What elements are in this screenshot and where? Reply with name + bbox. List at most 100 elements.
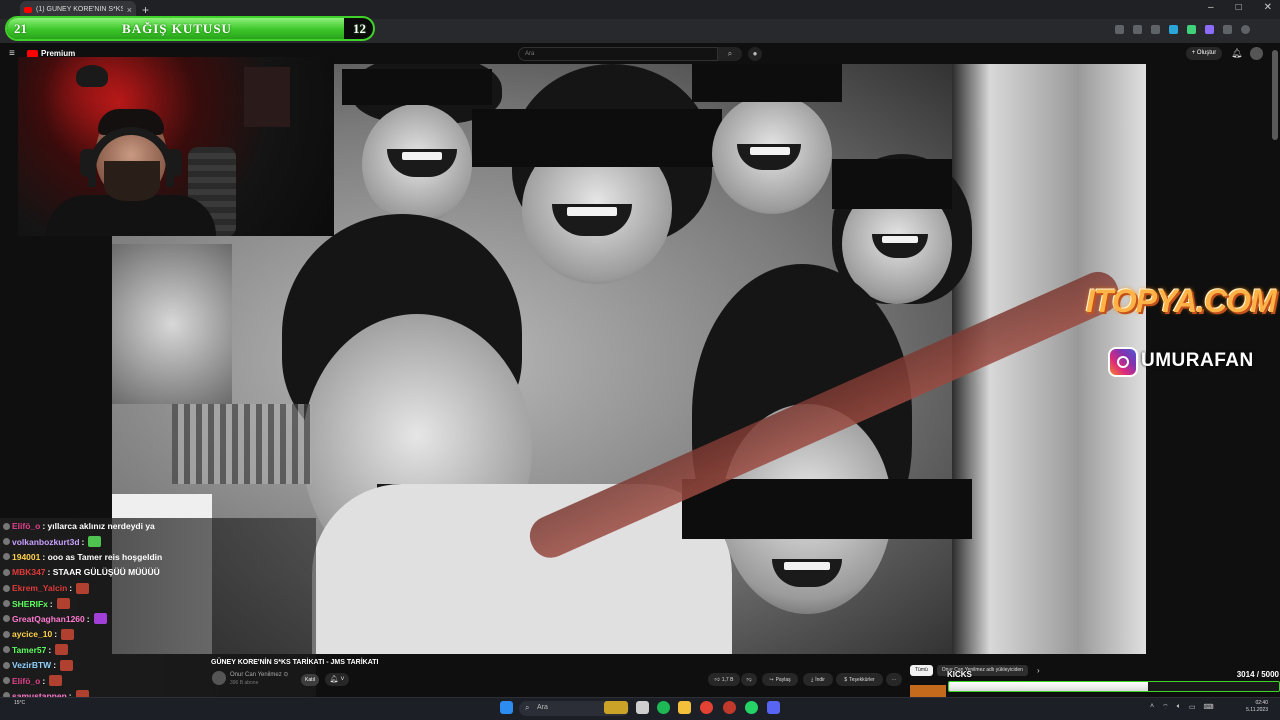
chat-message: VezirBTW:: [3, 659, 74, 671]
windows-start-icon[interactable]: [500, 701, 513, 714]
chat-text: :: [49, 598, 53, 609]
chat-message: volkanbozkurt3d:: [3, 536, 102, 548]
channel-name[interactable]: Onur Can Yenilmez ⊙: [230, 671, 288, 678]
more-actions-button[interactable]: ···: [886, 673, 902, 686]
clock-time: 02:40: [1255, 700, 1268, 706]
chat-message: Ekrem_Yalcin:: [3, 582, 90, 594]
task-view-icon[interactable]: [636, 701, 649, 714]
thanks-button[interactable]: $ Teşekkürler: [836, 673, 883, 686]
channel-subscribers: 396 B abone: [230, 680, 259, 686]
battery-icon[interactable]: ▭: [1189, 703, 1196, 712]
download-label: İndir: [815, 676, 825, 683]
microphone-icon: ●: [752, 49, 758, 58]
chat-username[interactable]: Elifö_o: [12, 676, 40, 686]
new-tab-button[interactable]: +: [142, 3, 149, 17]
weather-widget[interactable]: 15°C: [14, 700, 25, 706]
chat-username[interactable]: Tamer57: [12, 645, 46, 655]
thanks-label: Teşekkürler: [849, 676, 875, 683]
search-input[interactable]: Ara: [518, 47, 718, 61]
chat-username[interactable]: aycice_10: [12, 629, 52, 639]
chat-emote-icon: [76, 582, 90, 594]
file-explorer-icon[interactable]: [678, 701, 691, 714]
chat-badge-icon: [3, 568, 10, 576]
spotify-icon[interactable]: [657, 701, 670, 714]
chat-badge-icon: [3, 646, 10, 654]
wall-flag: [244, 67, 290, 127]
chat-username[interactable]: GreatQaghan1260: [12, 614, 85, 624]
cast-icon[interactable]: [1115, 25, 1124, 34]
youtube-favicon-icon: [24, 6, 32, 13]
network-icon[interactable]: ⌔: [1162, 703, 1169, 712]
hamburger-menu-icon[interactable]: ≡: [9, 48, 15, 59]
chevron-up-icon[interactable]: ˄: [1150, 703, 1154, 712]
chat-text: :: [53, 660, 57, 671]
profile-avatar[interactable]: [1241, 25, 1250, 34]
browser-toolbar-icons: [1115, 25, 1250, 34]
lamp: [76, 65, 108, 87]
kicks-count: 3014 / 5000: [1236, 670, 1279, 679]
share-button[interactable]: ↪ Paylaş: [762, 673, 798, 686]
subscribe-bell-button[interactable]: 🔔︎ ˅: [325, 673, 349, 686]
thanks-icon: $: [844, 676, 848, 683]
volume-icon[interactable]: 🔈︎: [1177, 703, 1181, 712]
system-tray: ˄ ⌔ 🔈︎ ▭ ⌨: [1150, 703, 1214, 712]
chat-username[interactable]: Ekrem_Yalcin: [12, 583, 67, 593]
chat-emote-icon: [61, 628, 75, 640]
join-button[interactable]: Katıl: [301, 674, 319, 686]
kicks-progress-fill: [949, 682, 1148, 691]
donation-box-bar: 21 BAĞIŞ KUTUSU 12: [5, 16, 375, 41]
chat-badge-icon: [3, 615, 10, 623]
dislike-button[interactable]: 👎︎: [741, 673, 757, 686]
tab-close-icon[interactable]: ×: [127, 5, 132, 15]
chat-emote-icon: [93, 613, 107, 625]
minimize-button[interactable]: –: [1208, 2, 1214, 13]
channel-avatar[interactable]: [212, 671, 226, 685]
thumbs-down-icon: 👎︎: [746, 676, 752, 683]
streamer-body: [46, 195, 216, 236]
opera-icon[interactable]: [723, 701, 736, 714]
chat-text: :: [69, 583, 73, 594]
chat-badge-icon: [3, 677, 10, 684]
zoom-icon[interactable]: [1133, 25, 1142, 34]
chat-badge-icon: [3, 600, 10, 607]
chat-username[interactable]: VezirBTW: [12, 660, 51, 670]
maximize-button[interactable]: □: [1236, 2, 1242, 13]
chat-emote-icon: [60, 659, 74, 671]
close-window-button[interactable]: ✕: [1264, 2, 1272, 13]
chat-text: : yıllarca aklınız nerdeydi ya: [42, 521, 155, 531]
instagram-icon: [1108, 347, 1138, 377]
chat-badge-icon: [3, 553, 10, 561]
chat-text: :: [48, 644, 52, 655]
keyboard-icon[interactable]: ⌨: [1204, 703, 1214, 712]
chat-username[interactable]: volkanbozkurt3d: [12, 537, 80, 547]
voice-search-button[interactable]: ●: [748, 47, 762, 61]
widgets-icon[interactable]: [604, 701, 628, 714]
extension-icon[interactable]: [1205, 25, 1214, 34]
extension-icon[interactable]: [1169, 25, 1178, 34]
chat-text: :: [54, 629, 58, 640]
chat-username[interactable]: 194001: [12, 552, 40, 562]
puzzle-icon[interactable]: [1223, 25, 1232, 34]
whatsapp-icon[interactable]: [745, 701, 758, 714]
download-button[interactable]: ⤓ İndir: [803, 673, 833, 686]
scrollbar[interactable]: [1272, 50, 1278, 140]
create-button[interactable]: + Oluştur: [1186, 47, 1222, 60]
like-button[interactable]: 👍︎ 1,7 B: [708, 673, 740, 686]
notifications-icon[interactable]: 🔔︎: [1231, 48, 1242, 59]
taskbar-clock[interactable]: 02:40 5.11.2023: [1246, 700, 1268, 714]
chat-username[interactable]: Elifö_o: [12, 521, 40, 531]
chat-username[interactable]: SHERIFx: [12, 599, 48, 609]
chrome-icon[interactable]: [700, 701, 713, 714]
bookmark-star-icon[interactable]: [1151, 25, 1160, 34]
account-avatar[interactable]: [1250, 47, 1263, 60]
search-button[interactable]: ⌕: [718, 47, 742, 61]
chat-message: SHERIFx:: [3, 598, 70, 609]
extension-icon[interactable]: [1187, 25, 1196, 34]
discord-icon[interactable]: [767, 701, 780, 714]
chat-text: : STAAR GÜLÜŞÜÜ MÜÜÜÜ: [47, 567, 160, 578]
chat-badge-icon: [3, 538, 10, 546]
chat-message: Elifö_o:: [3, 675, 63, 686]
chat-username[interactable]: MBK347: [12, 567, 46, 577]
kicks-progress-track: [948, 681, 1280, 692]
chat-message: Tamer57:: [3, 644, 69, 656]
